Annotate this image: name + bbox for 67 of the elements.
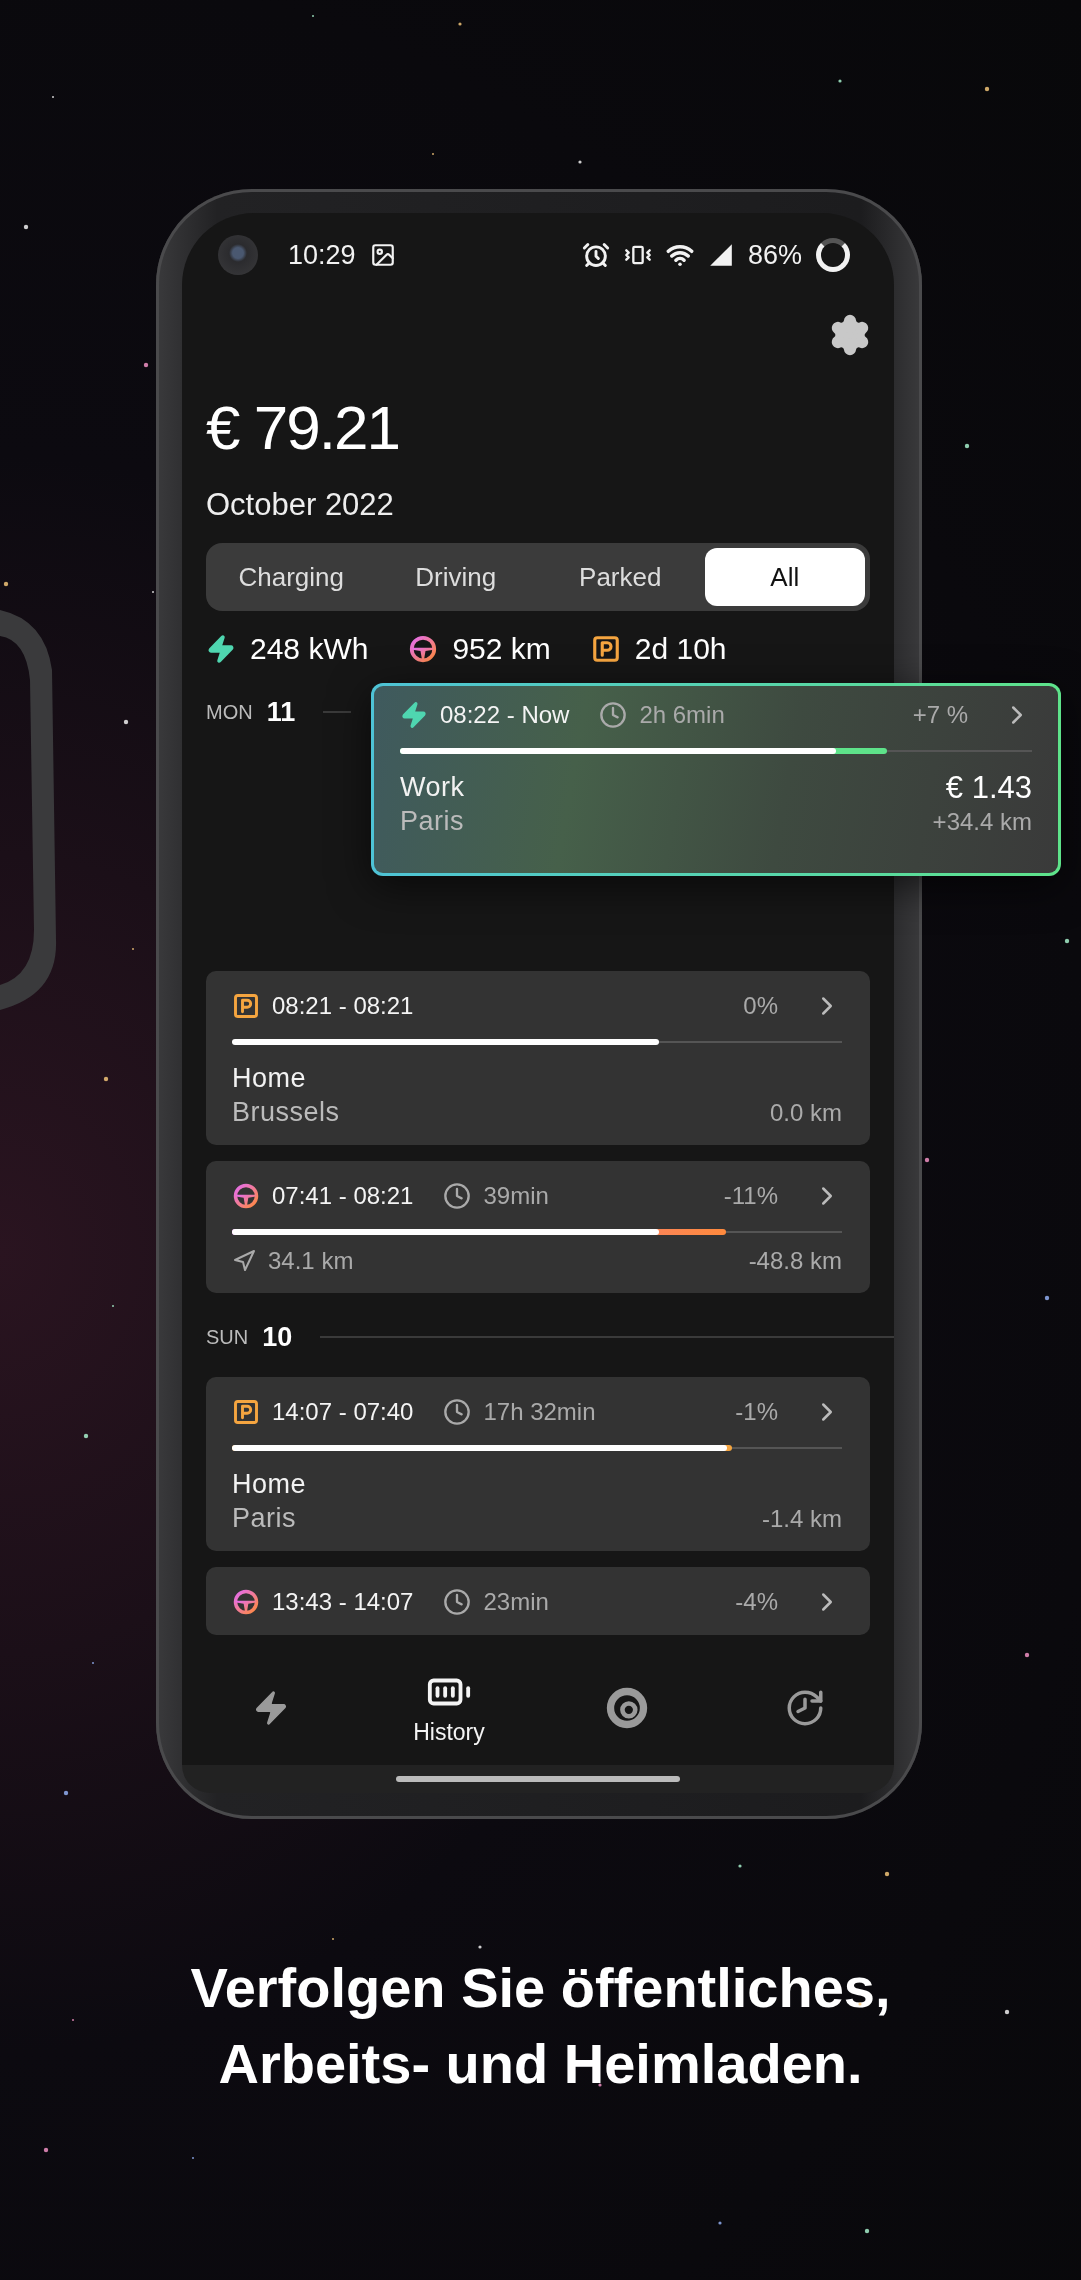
total-amount: € 79.21 <box>206 393 400 463</box>
day-number: 10 <box>262 1321 293 1353</box>
parking-icon <box>232 1398 260 1426</box>
parking-icon <box>232 992 260 1020</box>
range-change: 0.0 km <box>769 1098 842 1128</box>
charge-change: +7 % <box>912 701 968 729</box>
city-name: Brussels <box>232 1096 340 1129</box>
period-label: October 2022 <box>206 486 395 524</box>
lightning-icon <box>206 634 236 664</box>
charge-change: -4% <box>735 1588 778 1616</box>
filter-tab[interactable]: Parked <box>540 548 701 606</box>
status-time: 10:29 <box>288 239 356 271</box>
session-card[interactable]: 08:21 - 08:21 0% Home Brussels 0.0 km <box>206 971 870 1145</box>
charge-change: -1% <box>735 1398 778 1426</box>
session-time: 07:41 - 08:21 <box>272 1182 414 1210</box>
stat-value: 248 kWh <box>250 632 369 666</box>
session-time: 08:21 - 08:21 <box>272 992 414 1020</box>
session-duration: 39min <box>483 1182 549 1210</box>
range-change: -48.8 km <box>748 1246 842 1276</box>
steering-wheel-icon <box>408 634 439 664</box>
charge-change: 0% <box>743 992 778 1020</box>
steering-wheel-icon <box>232 1588 260 1616</box>
session-card[interactable]: 14:07 - 07:40 17h 32min -1% Home Paris -1.4 km <box>206 1377 870 1551</box>
clock-icon <box>443 1588 472 1616</box>
day-number: 11 <box>266 696 296 728</box>
day-weekday: SUN <box>206 1325 249 1349</box>
caption-text: Verfolgen Sie öffentliches, Arbeits- und Heimladen. <box>189 1955 892 2097</box>
session-time: 14:07 - 07:40 <box>272 1398 414 1426</box>
charge-change: -11% <box>723 1182 778 1210</box>
clock-icon <box>599 701 628 729</box>
navigation-icon <box>232 1249 256 1273</box>
day-weekday: MON <box>206 700 253 724</box>
clock-icon <box>443 1182 472 1210</box>
session-card[interactable]: 13:43 - 14:07 23min -4% <box>206 1567 870 1635</box>
city-name: Paris <box>232 1502 296 1535</box>
place-name: Home <box>232 1062 307 1095</box>
session-time: 13:43 - 14:07 <box>272 1588 414 1616</box>
battery-percent: 86% <box>747 239 802 271</box>
city-name: Paris <box>400 805 464 838</box>
place-name: Work <box>400 771 465 804</box>
donut-icon <box>605 1685 649 1730</box>
parking-icon <box>590 634 621 664</box>
stat-value: 952 km <box>452 632 551 666</box>
session-duration: 17h 32min <box>483 1398 596 1426</box>
session-cost: € 1.43 <box>945 770 1032 806</box>
camera-icon <box>218 235 258 275</box>
battery-ring-icon <box>816 238 850 272</box>
clock-icon <box>443 1398 472 1426</box>
steering-wheel-icon <box>232 1182 260 1210</box>
range-change: +34.4 km <box>932 807 1032 837</box>
image-icon <box>369 242 396 268</box>
nav-tab[interactable]: History <box>360 1668 538 1747</box>
range-change: -1.4 km <box>762 1504 842 1534</box>
session-time: 08:22 - Now <box>440 701 570 729</box>
trip-distance: 34.1 km <box>268 1246 354 1276</box>
session-duration: 2h 6min <box>639 701 725 729</box>
stat-value: 2d 10h <box>634 632 727 666</box>
session-duration: 23min <box>483 1588 549 1616</box>
session-card[interactable]: 07:41 - 08:21 39min -11% 34.1 km -48.8 km <box>206 1161 870 1293</box>
filter-tab[interactable]: All <box>704 548 865 606</box>
alarm-icon <box>581 241 610 269</box>
highlighted-session-card[interactable]: 08:22 - Now 2h 6min +7 % Work Paris € 1.43 +34.4 km <box>371 683 1061 876</box>
place-name: Home <box>232 1468 307 1501</box>
filter-tab[interactable]: Driving <box>375 548 536 606</box>
lightning-icon <box>400 701 428 729</box>
filter-tab[interactable]: Charging <box>211 548 372 606</box>
signal-icon <box>707 242 734 268</box>
